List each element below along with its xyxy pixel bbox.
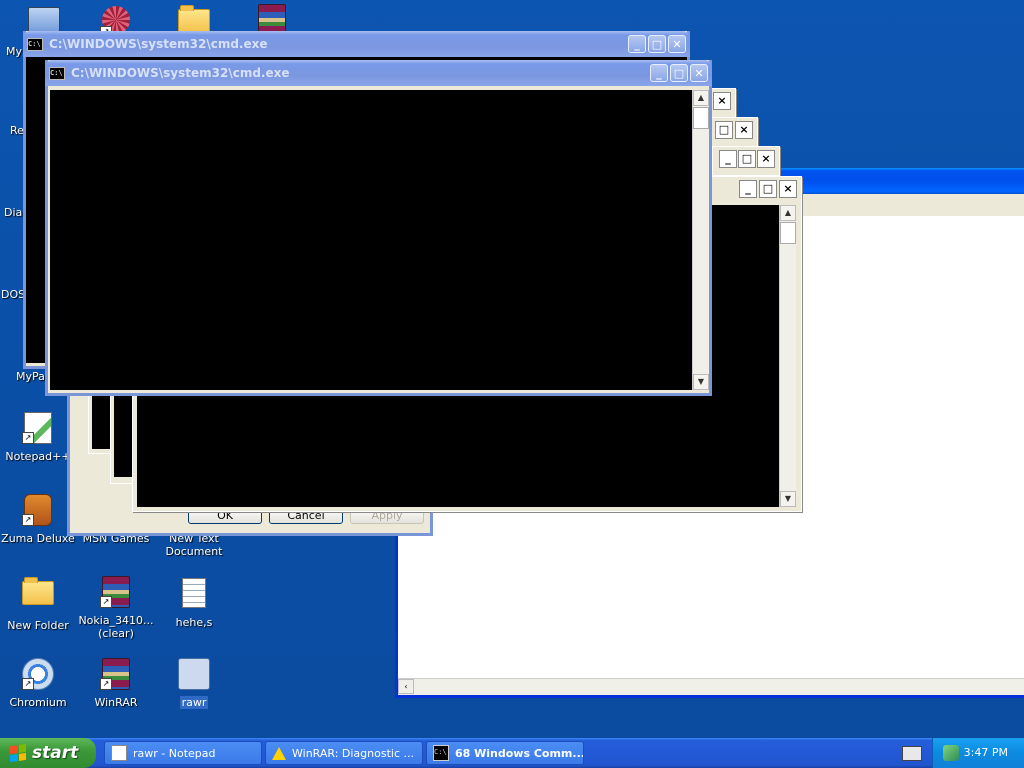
minimize-icon[interactable]: _ [739, 180, 757, 198]
console-output[interactable] [50, 90, 692, 390]
taskbar-button-cmd-group[interactable]: C:\ 68 Windows Comm... ▼ [426, 741, 584, 765]
taskbar-button-winrar[interactable]: WinRAR: Diagnostic ... [265, 741, 423, 765]
scroll-up-arrow-icon[interactable]: ▲ [693, 90, 709, 106]
maximize-icon[interactable]: □ [738, 150, 756, 168]
zuma-icon: ↗ [22, 494, 54, 526]
cmd-icon: C:\ [433, 745, 449, 761]
maximize-icon[interactable]: □ [648, 35, 666, 53]
desktop-icon-label: Chromium [9, 696, 67, 709]
keyboard-icon[interactable] [902, 746, 922, 761]
start-button[interactable]: start [0, 738, 96, 768]
maximize-icon[interactable]: □ [715, 121, 733, 139]
clock[interactable]: 3:47 PM [964, 746, 1008, 759]
desktop-icon-winrar[interactable]: ↗ WinRAR [78, 658, 154, 709]
maximize-icon[interactable]: □ [670, 64, 688, 82]
vertical-scrollbar[interactable]: ▲ ▼ [779, 205, 796, 507]
start-label: start [32, 743, 79, 763]
desktop-icon-rawr[interactable]: rawr [156, 658, 232, 709]
windows-flag-icon [10, 743, 26, 763]
chromium-icon: ↗ [22, 658, 54, 690]
winrar-icon: ↗ [100, 658, 132, 690]
taskbar-button-label: 68 Windows Comm... [455, 746, 584, 760]
cmd-app-icon: C:\ [49, 66, 65, 80]
minimize-icon[interactable]: _ [628, 35, 646, 53]
scroll-left-arrow-icon[interactable]: ‹ [398, 679, 414, 694]
shortcut-arrow-icon: ↗ [100, 596, 112, 608]
desktop-icon-notepadpp[interactable]: ↗ Notepad++ [0, 412, 76, 463]
winrar-archive-icon: ↗ [100, 576, 132, 608]
shortcut-arrow-icon: ↗ [22, 514, 34, 526]
close-icon[interactable]: ✕ [690, 64, 708, 82]
cmd-titlebar[interactable]: C:\ C:\WINDOWS\system32\cmd.exe _ □ ✕ [23, 31, 690, 57]
system-tray: 3:47 PM [932, 738, 1024, 768]
desktop-icon-label: Notepad++ [5, 450, 71, 463]
cmd-app-icon: C:\ [27, 37, 43, 51]
text-file-icon [178, 578, 210, 610]
desktop: My ↗ Re Diar DOS MyPa ↗ Notepad++ ↗ Zuma… [0, 0, 1024, 738]
taskbar-button-label: rawr - Notepad [133, 746, 216, 760]
notepad-plus-plus-icon: ↗ [22, 412, 54, 444]
taskbar: start rawr - Notepad WinRAR: Diagnostic … [0, 738, 1024, 768]
notepad-hscrollbar[interactable]: ‹ [398, 678, 1024, 695]
cmd-window-stacked-3[interactable]: _ □ × [712, 146, 780, 176]
close-icon[interactable]: ✕ [668, 35, 686, 53]
desktop-icon-hehe[interactable]: hehe,s [156, 576, 232, 629]
desktop-icon-label: Zuma Deluxe [1, 532, 75, 545]
desktop-icon-nokia[interactable]: ↗ Nokia_3410... (clear) [78, 576, 154, 640]
desktop-icon-label: rawr [179, 696, 209, 709]
desktop-icon-label-line2: (clear) [98, 627, 134, 640]
desktop-icon-zuma[interactable]: ↗ Zuma Deluxe [0, 494, 76, 545]
scroll-thumb[interactable] [780, 222, 796, 244]
window-title: C:\WINDOWS\system32\cmd.exe [71, 66, 290, 80]
scroll-down-arrow-icon[interactable]: ▼ [780, 491, 796, 507]
scroll-down-arrow-icon[interactable]: ▼ [693, 374, 709, 390]
batch-file-icon [178, 658, 210, 690]
close-icon[interactable]: × [757, 150, 775, 168]
cmd-titlebar[interactable]: C:\ C:\WINDOWS\system32\cmd.exe _ □ ✕ [45, 60, 712, 86]
maximize-icon[interactable]: □ [759, 180, 777, 198]
scroll-thumb[interactable] [693, 107, 709, 129]
scroll-up-arrow-icon[interactable]: ▲ [780, 205, 796, 221]
close-icon[interactable]: × [779, 180, 797, 198]
taskbar-button-notepad[interactable]: rawr - Notepad [104, 741, 262, 765]
desktop-icon-label: Nokia_3410... [78, 614, 154, 627]
shortcut-arrow-icon: ↗ [22, 678, 34, 690]
close-icon[interactable]: × [713, 92, 731, 110]
folder-icon [22, 577, 54, 613]
shortcut-arrow-icon: ↗ [100, 678, 112, 690]
network-icon[interactable] [943, 745, 959, 761]
taskbar-button-label: WinRAR: Diagnostic ... [292, 746, 414, 760]
desktop-icon-label: New Folder [7, 619, 69, 632]
warning-icon [272, 746, 286, 760]
desktop-icon-chromium[interactable]: ↗ Chromium [0, 658, 76, 709]
minimize-icon[interactable]: _ [719, 150, 737, 168]
window-title: C:\WINDOWS\system32\cmd.exe [49, 37, 268, 51]
desktop-icon-label: WinRAR [94, 696, 138, 709]
vertical-scrollbar[interactable]: ▲ ▼ [692, 90, 709, 390]
desktop-icon-new-folder[interactable]: New Folder [0, 576, 76, 632]
desktop-icon-label: hehe,s [175, 616, 213, 629]
minimize-icon[interactable]: _ [650, 64, 668, 82]
notepad-icon [111, 745, 127, 761]
cmd-window-front[interactable]: C:\ C:\WINDOWS\system32\cmd.exe _ □ ✕ ▲ … [45, 60, 712, 396]
close-icon[interactable]: × [735, 121, 753, 139]
shortcut-arrow-icon: ↗ [22, 432, 34, 444]
